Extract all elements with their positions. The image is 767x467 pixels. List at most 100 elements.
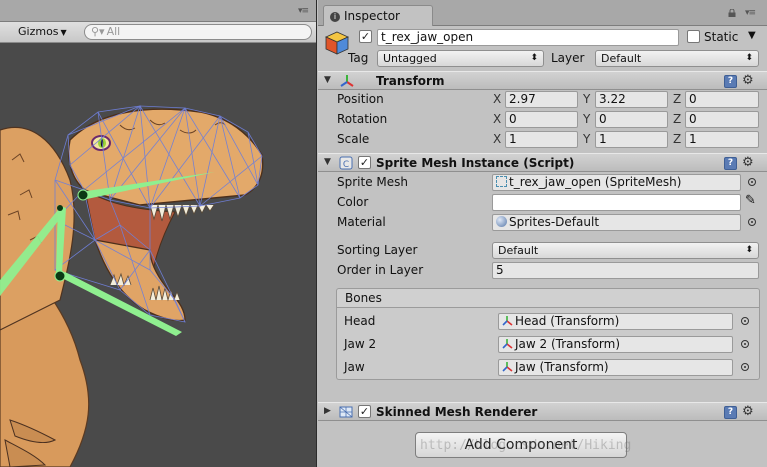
- help-book-icon[interactable]: ?: [724, 75, 737, 88]
- help-book-icon[interactable]: ?: [724, 157, 737, 170]
- scale-y-field[interactable]: 1: [595, 131, 668, 148]
- bone-head-value: Head (Transform): [515, 314, 620, 328]
- material-label: Material: [337, 215, 386, 229]
- bone-head-field[interactable]: Head (Transform): [498, 313, 733, 330]
- sorting-layer-value: Default: [498, 244, 539, 257]
- axis-x-label: X: [493, 132, 502, 146]
- axis-y-label: Y: [583, 92, 591, 106]
- inspector-menu-icon[interactable]: ▾≡: [745, 8, 756, 18]
- layer-dropdown[interactable]: Default ⬍: [595, 50, 759, 67]
- sprite-mesh-instance-header[interactable]: ▼ C ✓ Sprite Mesh Instance (Script) ? ⚙: [318, 153, 767, 172]
- scene-search-input[interactable]: ⚲▾ All: [84, 24, 312, 40]
- color-swatch-field[interactable]: [492, 194, 741, 211]
- rotation-y-field[interactable]: 0: [595, 111, 668, 128]
- transform-axes-icon: [340, 75, 354, 87]
- color-label: Color: [337, 195, 369, 209]
- scale-label: Scale: [337, 132, 370, 146]
- foldout-open-icon[interactable]: ▼: [324, 75, 331, 85]
- layer-value: Default: [601, 52, 642, 65]
- object-picker-icon[interactable]: [741, 340, 749, 348]
- object-name-field[interactable]: t_rex_jaw_open: [377, 29, 679, 46]
- script-icon: C: [339, 156, 353, 170]
- object-picker-icon[interactable]: [741, 363, 749, 371]
- bone-jaw-field[interactable]: Jaw (Transform): [498, 359, 733, 376]
- axis-x-label: X: [493, 92, 502, 106]
- transform-header[interactable]: ▼ Transform ? ⚙: [318, 71, 767, 90]
- layer-label: Layer: [551, 51, 585, 65]
- axis-y-label: Y: [583, 112, 591, 126]
- tag-label: Tag: [348, 51, 369, 65]
- bone-head-joint[interactable]: [77, 189, 89, 201]
- bone-jaw-2-field[interactable]: Jaw 2 (Transform): [498, 336, 733, 353]
- sprite-mesh-field[interactable]: t_rex_jaw_open (SpriteMesh): [492, 174, 741, 191]
- dropdown-arrows-icon: ⬍: [745, 245, 753, 255]
- skinned-mesh-icon: [339, 406, 353, 418]
- chevron-down-icon: ▼: [60, 28, 67, 37]
- transform-title: Transform: [376, 74, 445, 88]
- dropdown-arrows-icon: ⬍: [745, 53, 753, 63]
- help-book-icon[interactable]: ?: [724, 406, 737, 419]
- object-picker-icon[interactable]: [741, 317, 749, 325]
- object-picker-icon[interactable]: [748, 178, 756, 186]
- skinned-mesh-renderer-header[interactable]: ▶ ✓ Skinned Mesh Renderer ? ⚙: [318, 402, 767, 421]
- tab-inspector[interactable]: i Inspector: [323, 5, 433, 26]
- search-icon: ⚲▾: [91, 25, 105, 38]
- transform-axes-icon: [502, 339, 513, 349]
- panel-menu-icon[interactable]: ▾≡: [298, 6, 309, 16]
- static-label: Static: [704, 30, 739, 44]
- transform-axes-icon: [502, 362, 513, 372]
- position-z-field[interactable]: 0: [685, 91, 759, 108]
- position-y-field[interactable]: 3.22: [595, 91, 668, 108]
- bones-list-header: Bones: [336, 288, 760, 308]
- sprite-mesh-instance-title: Sprite Mesh Instance (Script): [376, 156, 575, 170]
- eyedropper-icon[interactable]: ✎: [745, 193, 756, 208]
- svg-text:C: C: [343, 160, 349, 170]
- scale-z-field[interactable]: 1: [685, 131, 759, 148]
- bone-jaw-value: Jaw (Transform): [515, 360, 609, 374]
- rotation-label: Rotation: [337, 112, 388, 126]
- rotation-x-field[interactable]: 0: [505, 111, 578, 128]
- gizmos-dropdown[interactable]: Gizmos ▼: [18, 25, 67, 38]
- sorting-layer-dropdown[interactable]: Default ⬍: [492, 242, 759, 259]
- sprite-mesh-asset-icon: [496, 176, 507, 187]
- inspector-tab-bar: i Inspector ▾≡: [318, 0, 767, 26]
- gear-icon[interactable]: ⚙: [742, 404, 754, 419]
- order-in-layer-field[interactable]: 5: [492, 262, 759, 279]
- axis-y-label: Y: [583, 132, 591, 146]
- gear-icon[interactable]: ⚙: [742, 155, 754, 170]
- bone-jaw-2-label: Jaw 2: [344, 337, 377, 351]
- axis-z-label: Z: [673, 112, 682, 126]
- unity-editor: ▾≡ Gizmos ▼ ⚲▾ All i Inspector ▾≡ ✓ t_re…: [0, 0, 767, 467]
- bone-jaw-2-joint[interactable]: [57, 205, 63, 211]
- skinned-mesh-renderer-title: Skinned Mesh Renderer: [376, 405, 538, 419]
- axis-x-label: X: [493, 112, 502, 126]
- static-dropdown-icon[interactable]: ▼: [748, 30, 756, 41]
- scale-x-field[interactable]: 1: [505, 131, 578, 148]
- active-checkbox[interactable]: ✓: [359, 30, 372, 43]
- transform-axes-icon: [502, 316, 513, 326]
- lock-icon[interactable]: [728, 9, 736, 17]
- dropdown-arrows-icon: ⬍: [530, 53, 538, 63]
- scene-viewport[interactable]: [0, 43, 317, 467]
- order-in-layer-label: Order in Layer: [337, 263, 424, 277]
- skinned-mesh-renderer-enabled-checkbox[interactable]: ✓: [358, 405, 371, 418]
- sprite-mesh-instance-enabled-checkbox[interactable]: ✓: [358, 156, 371, 169]
- object-picker-icon[interactable]: [748, 218, 756, 226]
- gameobject-cube-icon: [325, 31, 349, 55]
- t-rex-sprite[interactable]: [0, 108, 264, 467]
- sorting-layer-label: Sorting Layer: [337, 243, 418, 257]
- scene-toolbar: Gizmos ▼ ⚲▾ All: [0, 22, 316, 43]
- foldout-closed-icon[interactable]: ▶: [324, 406, 331, 416]
- tag-dropdown[interactable]: Untagged ⬍: [377, 50, 544, 67]
- foldout-open-icon[interactable]: ▼: [324, 157, 331, 167]
- rotation-z-field[interactable]: 0: [685, 111, 759, 128]
- material-field[interactable]: Sprites-Default: [492, 214, 741, 231]
- bone-jaw-2-value: Jaw 2 (Transform): [515, 337, 621, 351]
- scene-panel: ▾≡ Gizmos ▼ ⚲▾ All: [0, 0, 317, 467]
- gear-icon[interactable]: ⚙: [742, 73, 754, 88]
- bone-jaw-joint[interactable]: [54, 270, 66, 282]
- bone-head-label: Head: [344, 314, 376, 328]
- position-x-field[interactable]: 2.97: [505, 91, 578, 108]
- static-checkbox[interactable]: [687, 30, 700, 43]
- axis-z-label: Z: [673, 132, 682, 146]
